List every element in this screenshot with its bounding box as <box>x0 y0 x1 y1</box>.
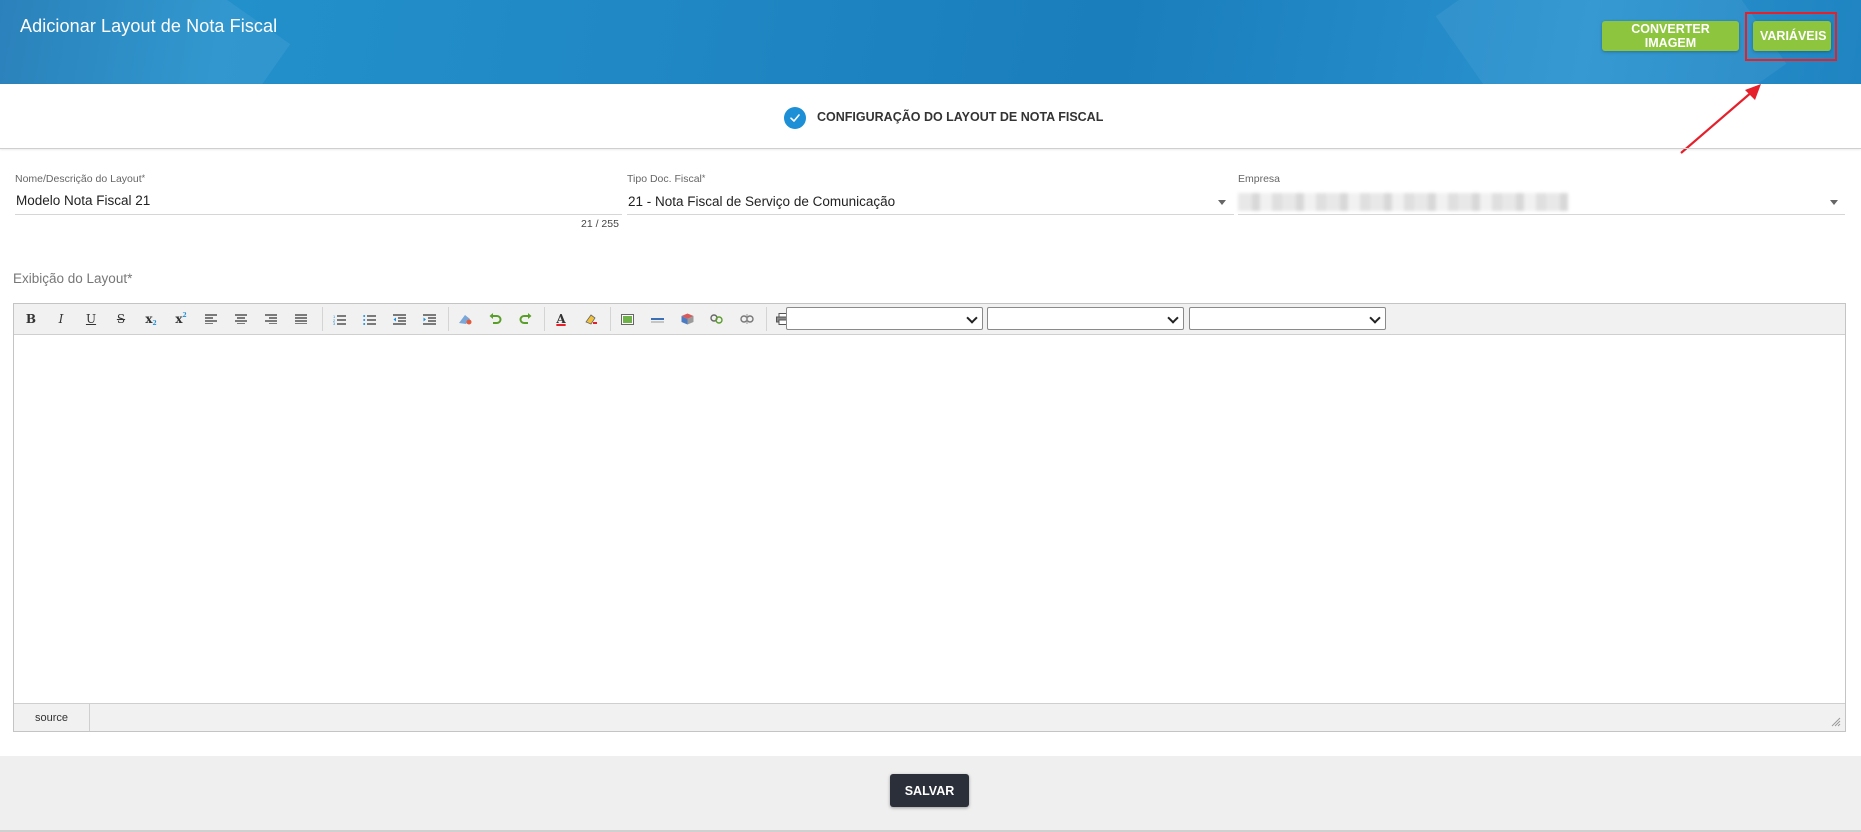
outdent-icon[interactable] <box>388 309 410 329</box>
horizontal-rule-icon[interactable] <box>646 309 668 329</box>
chevron-down-icon[interactable] <box>1218 200 1226 205</box>
align-center-icon[interactable] <box>230 309 252 329</box>
annotation-highlight-box <box>1745 12 1837 61</box>
empresa-select[interactable] <box>1238 193 1568 211</box>
char-counter: 21 / 255 <box>581 218 619 230</box>
subscript-button[interactable]: x2 <box>140 309 162 329</box>
toolbar-separator <box>322 307 323 331</box>
font-family-select[interactable] <box>987 307 1184 330</box>
empresa-underline <box>1238 214 1845 215</box>
tipo-doc-label: Tipo Doc. Fiscal* <box>627 173 705 185</box>
link-icon[interactable] <box>706 309 728 329</box>
page-footer: SALVAR <box>0 756 1861 832</box>
check-icon <box>784 107 806 129</box>
font-size-select[interactable] <box>1189 307 1386 330</box>
underline-button[interactable]: U <box>80 309 102 329</box>
chevron-down-icon <box>1369 312 1381 324</box>
highlight-color-icon[interactable] <box>580 309 602 329</box>
align-left-icon[interactable] <box>200 309 222 329</box>
nome-layout-input[interactable]: Modelo Nota Fiscal 21 <box>16 193 150 208</box>
exibicao-layout-label: Exibição do Layout* <box>13 271 133 286</box>
chevron-down-icon <box>1167 312 1179 324</box>
toolbar-separator <box>766 307 767 331</box>
undo-icon[interactable] <box>484 309 506 329</box>
superscript-glyph: x <box>175 312 183 326</box>
source-button[interactable]: source <box>14 704 90 731</box>
tipo-doc-select[interactable]: 21 - Nota Fiscal de Serviço de Comunicaç… <box>628 194 895 209</box>
header-decoration <box>0 0 291 84</box>
strikethrough-button[interactable]: S <box>110 309 132 329</box>
unlink-icon[interactable] <box>736 309 758 329</box>
editor-statusbar: source <box>14 703 1845 731</box>
rich-text-editor: B I U S x2 x2 123 A source <box>13 303 1846 732</box>
indent-icon[interactable] <box>418 309 440 329</box>
page-header: Adicionar Layout de Nota Fiscal CONVERTE… <box>0 0 1861 84</box>
toolbar-separator <box>448 307 449 331</box>
bold-button[interactable]: B <box>20 309 42 329</box>
nome-layout-label: Nome/Descrição do Layout* <box>15 173 145 185</box>
font-color-icon[interactable]: A <box>550 309 572 329</box>
salvar-button[interactable]: SALVAR <box>890 774 969 807</box>
unordered-list-icon[interactable] <box>358 309 380 329</box>
toolbar-separator <box>610 307 611 331</box>
tipo-doc-underline <box>627 214 1234 215</box>
resize-grip-icon[interactable] <box>1831 717 1841 727</box>
superscript-button[interactable]: x2 <box>170 309 192 329</box>
remove-format-icon[interactable] <box>454 309 476 329</box>
nome-layout-underline <box>15 214 622 215</box>
ordered-list-icon[interactable]: 123 <box>328 309 350 329</box>
format-select[interactable] <box>786 307 983 330</box>
nome-layout-label-text: Nome/Descrição do Layout <box>15 173 142 185</box>
page-title: Adicionar Layout de Nota Fiscal <box>20 16 278 36</box>
empresa-label: Empresa <box>1238 173 1281 185</box>
chevron-down-icon <box>966 312 978 324</box>
italic-button[interactable]: I <box>50 309 72 329</box>
converter-imagem-button[interactable]: CONVERTER IMAGEM <box>1602 21 1739 51</box>
table-icon[interactable] <box>676 309 698 329</box>
required-mark: * <box>141 173 146 183</box>
image-icon[interactable] <box>616 309 638 329</box>
required-mark: * <box>701 173 706 183</box>
editor-content-area[interactable] <box>14 334 1845 704</box>
tipo-doc-label-text: Tipo Doc. Fiscal <box>627 173 702 185</box>
align-justify-icon[interactable] <box>290 309 312 329</box>
svg-text:3: 3 <box>333 321 336 325</box>
chevron-down-icon[interactable] <box>1830 200 1838 205</box>
editor-toolbar: B I U S x2 x2 123 A <box>14 304 1845 335</box>
subscript-glyph: x <box>145 312 153 326</box>
align-right-icon[interactable] <box>260 309 282 329</box>
step-label: CONFIGURAÇÃO DO LAYOUT DE NOTA FISCAL <box>817 110 1104 124</box>
redo-icon[interactable] <box>514 309 536 329</box>
stepper: CONFIGURAÇÃO DO LAYOUT DE NOTA FISCAL <box>0 84 1861 149</box>
toolbar-separator <box>544 307 545 331</box>
